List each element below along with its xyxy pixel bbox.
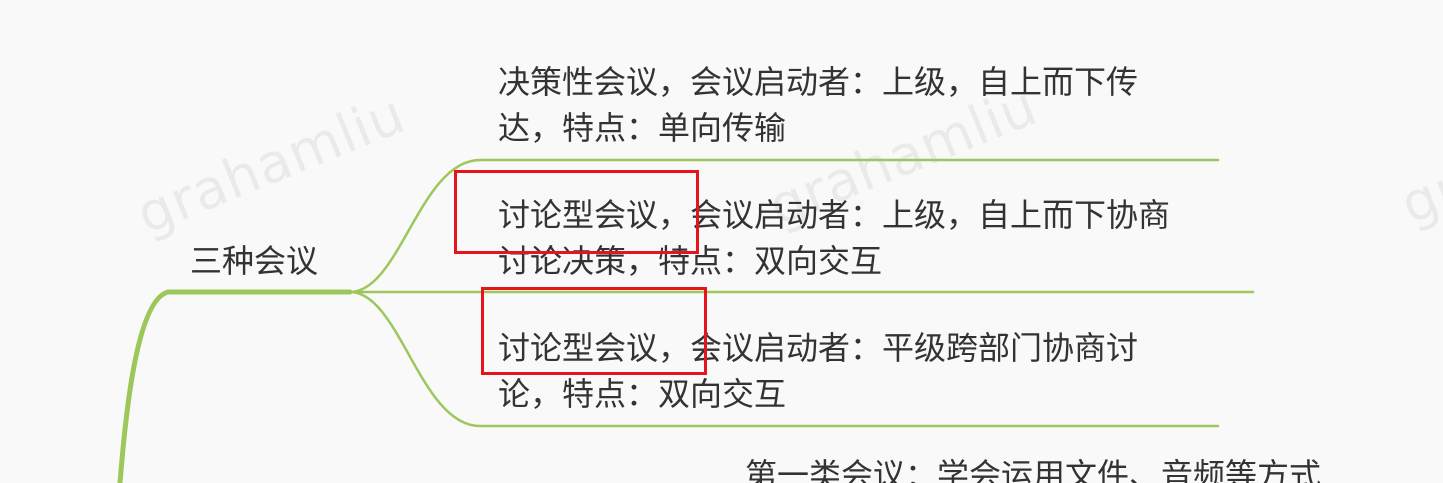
child-node-decision-meeting[interactable]: 决策性会议，会议启动者：上级，自上而下传 达，特点：单向传输 [498, 59, 1138, 151]
highlight-box [454, 170, 699, 254]
next-node-label: 第一类会议：学会运用文件、音频等方式 [745, 457, 1322, 483]
mindmap-canvas: grahamliu grahamliu grahamliu 三种会议 决策性会议… [0, 0, 1443, 483]
next-node-partial[interactable]: 第一类会议：学会运用文件、音频等方式 [745, 452, 1321, 483]
child-node-line: 论，特点：双向交互 [498, 376, 787, 412]
highlight-box [481, 287, 707, 375]
child-node-line: 达，特点：单向传输 [498, 110, 787, 146]
topic-label: 三种会议 [190, 243, 319, 279]
main-trunk-branch [117, 289, 171, 483]
child-node-line: 决策性会议，会议启动者：上级，自上而下传 [498, 64, 1139, 100]
child-connector-3 [348, 290, 482, 428]
topic-node[interactable]: 三种会议 [190, 238, 318, 284]
